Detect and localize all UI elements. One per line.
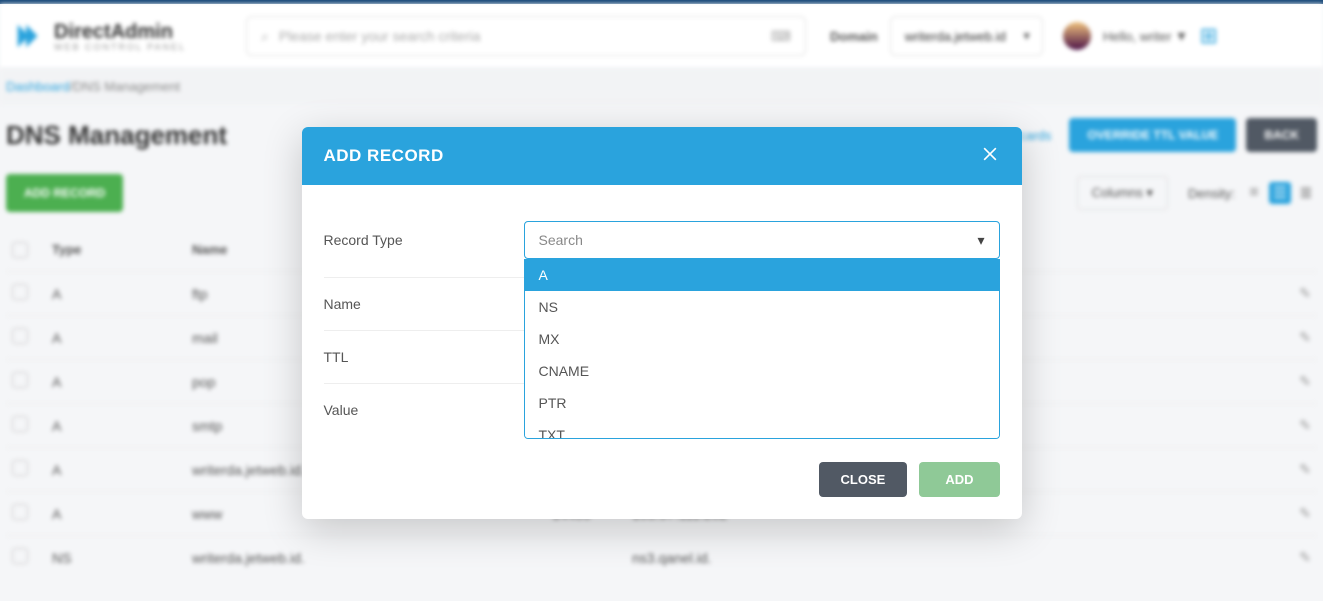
record-type-dropdown: ANSMXCNAMEPTRTXT <box>524 259 1000 439</box>
close-button[interactable]: CLOSE <box>819 462 908 497</box>
dropdown-item-ptr[interactable]: PTR <box>525 387 999 419</box>
add-record-modal: ADD RECORD Record Type Search ▾ ANSMXCNA… <box>302 127 1022 519</box>
label-record-type: Record Type <box>324 232 524 248</box>
dropdown-item-txt[interactable]: TXT <box>525 419 999 439</box>
chevron-down-icon: ▾ <box>977 232 984 249</box>
dropdown-item-a[interactable]: A <box>525 259 999 291</box>
label-ttl: TTL <box>324 349 524 365</box>
dropdown-item-mx[interactable]: MX <box>525 323 999 355</box>
label-value: Value <box>324 402 524 418</box>
modal-title: ADD RECORD <box>324 146 980 166</box>
close-icon[interactable] <box>980 144 1000 169</box>
modal-backdrop: ADD RECORD Record Type Search ▾ ANSMXCNA… <box>0 0 1323 601</box>
label-name: Name <box>324 296 524 312</box>
add-button[interactable]: ADD <box>919 462 999 497</box>
dropdown-item-ns[interactable]: NS <box>525 291 999 323</box>
record-type-select[interactable]: Search ▾ <box>524 221 1000 259</box>
dropdown-item-cname[interactable]: CNAME <box>525 355 999 387</box>
select-placeholder: Search <box>539 232 583 248</box>
